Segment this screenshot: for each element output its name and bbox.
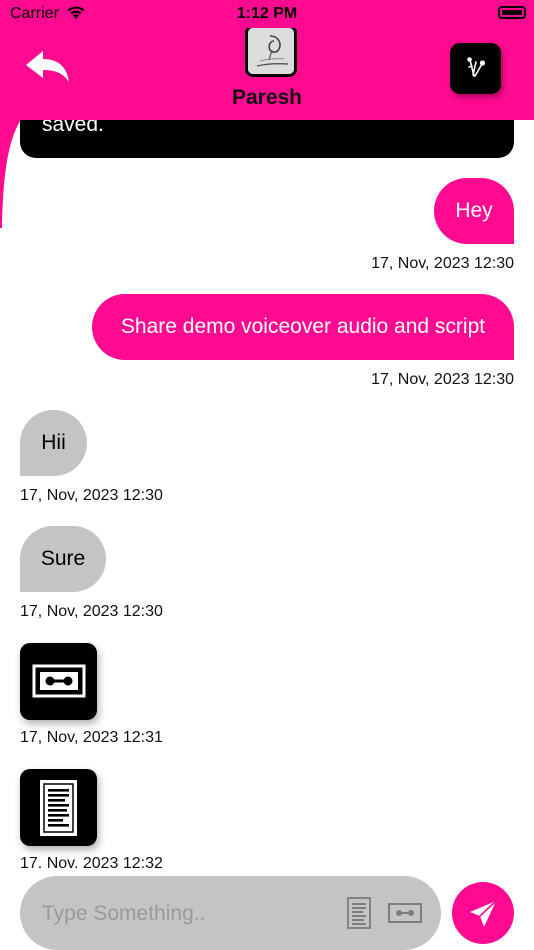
message-composer	[20, 876, 441, 950]
message-timestamp: 17, Nov, 2023 12:30	[371, 255, 514, 272]
message-timestamp: 17, Nov, 2023 12:31	[20, 729, 163, 746]
message-timestamp: 17, Nov, 2023 12:30	[20, 487, 163, 504]
message-input[interactable]	[40, 896, 334, 932]
message-timestamp: 17, Nov, 2023 12:30	[371, 371, 514, 388]
message-bubble-outgoing: Hey	[434, 178, 514, 244]
message-bubble-incoming: Sure	[20, 526, 106, 592]
message-bubble-incoming: Hii	[20, 410, 87, 476]
attach-document-button[interactable]	[347, 897, 371, 934]
clock: 1:12 PM	[236, 5, 298, 22]
avatar-image	[248, 28, 294, 74]
reply-arrow-icon	[26, 51, 69, 82]
status-bar: Carrier 1:12 PM	[0, 0, 534, 28]
document-attachment[interactable]	[20, 769, 97, 846]
document-icon	[347, 897, 371, 929]
message-timestamp: 17, Nov, 2023 12:30	[20, 603, 163, 620]
chat-header: Paresh	[0, 25, 534, 120]
send-button[interactable]	[452, 882, 514, 944]
cassette-icon	[388, 903, 422, 923]
audio-attachment[interactable]	[20, 643, 97, 720]
voiceover-button[interactable]	[450, 43, 501, 94]
message-timestamp: 17. Nov. 2023 12:32	[20, 855, 163, 872]
message-list[interactable]: saved. Hey 17, Nov, 2023 12:30 Share dem…	[0, 0, 534, 950]
message-bubble-outgoing: Share demo voiceover audio and script	[92, 294, 514, 360]
document-icon	[40, 780, 77, 836]
contact-avatar[interactable]	[245, 25, 297, 77]
microphone-icon	[467, 57, 486, 77]
battery-icon	[498, 6, 526, 19]
send-icon	[470, 900, 497, 927]
attach-audio-button[interactable]	[388, 903, 422, 928]
cassette-icon	[32, 664, 86, 698]
back-button[interactable]	[24, 50, 72, 84]
